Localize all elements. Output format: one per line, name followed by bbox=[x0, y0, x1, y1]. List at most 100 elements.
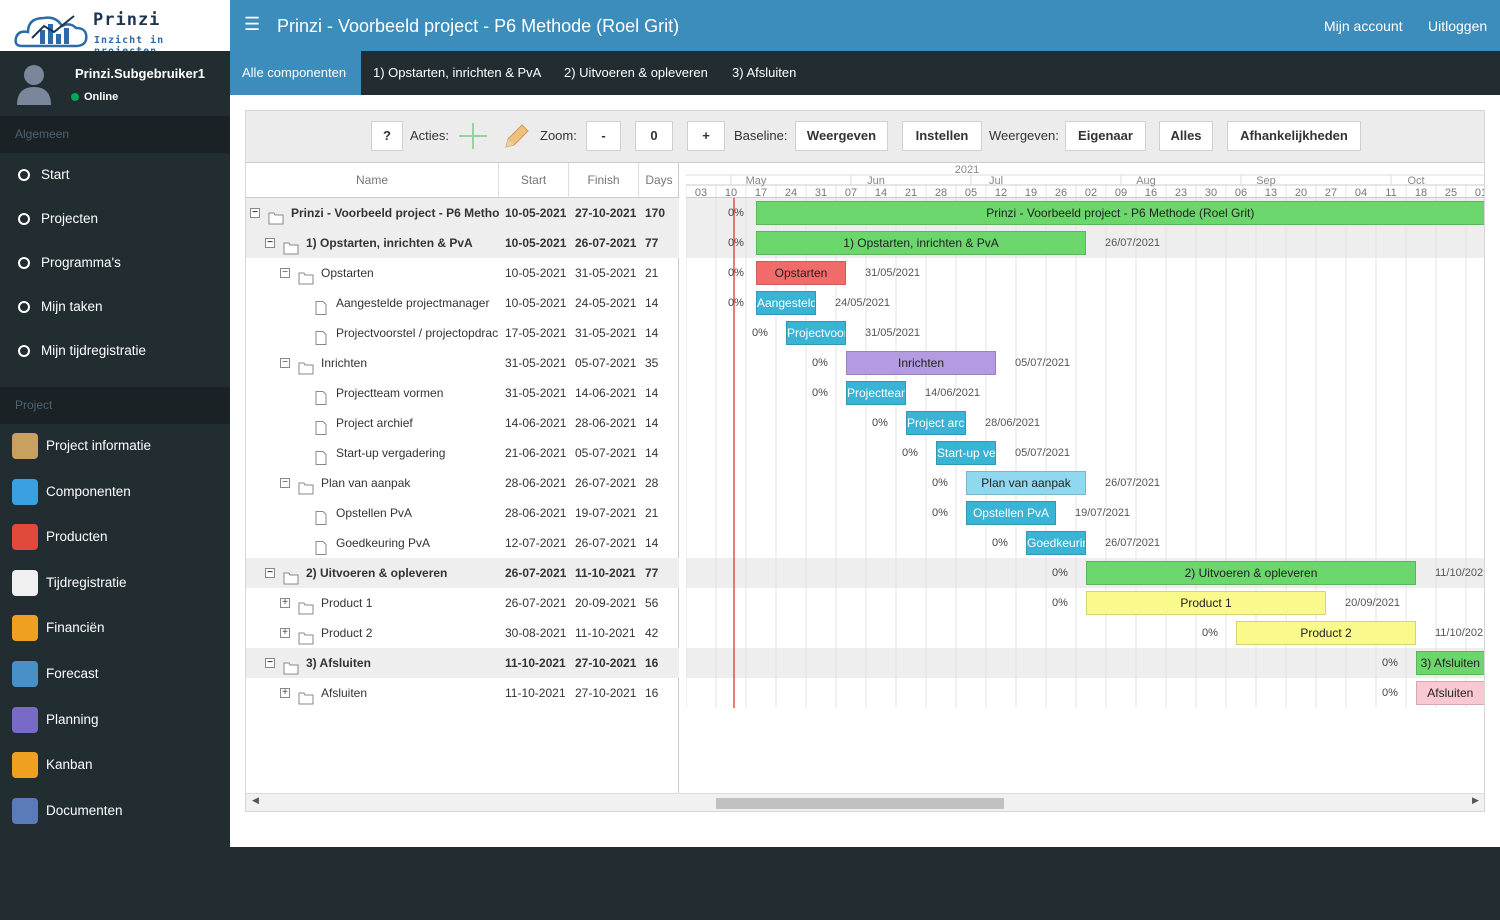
sidebar-project-item-4[interactable]: Financiën bbox=[0, 606, 230, 650]
table-row[interactable]: − 3) Afsluiten 11-10-2021 27-10-2021 16 bbox=[246, 648, 679, 678]
gantt-bar[interactable]: Projectteam vormen bbox=[846, 381, 906, 405]
task-finish: 14-06-2021 bbox=[575, 386, 637, 400]
col-header-name[interactable]: Name bbox=[246, 163, 499, 198]
sidebar-item-4[interactable]: Mijn tijdregistratie bbox=[0, 329, 230, 373]
task-start: 26-07-2021 bbox=[505, 566, 567, 580]
status-text: Online bbox=[84, 91, 119, 103]
scroll-left-icon[interactable]: ◀ bbox=[252, 795, 259, 806]
sidebar-item-3[interactable]: Mijn taken bbox=[0, 285, 230, 329]
sidebar-project-item-7[interactable]: Kanban bbox=[0, 743, 230, 787]
logout-link[interactable]: Uitloggen bbox=[1428, 18, 1487, 34]
gantt-bar[interactable]: Product 1 bbox=[1086, 591, 1326, 615]
scroll-right-icon[interactable]: ▶ bbox=[1472, 795, 1479, 806]
progress-percent: 0% bbox=[728, 297, 744, 309]
collapse-icon[interactable]: − bbox=[280, 268, 290, 278]
collapse-icon[interactable]: − bbox=[280, 358, 290, 368]
view-all-button[interactable]: Alles bbox=[1159, 121, 1213, 151]
collapse-icon[interactable]: − bbox=[265, 238, 275, 248]
gantt-bar[interactable]: Inrichten bbox=[846, 351, 996, 375]
actions-label: Acties: bbox=[410, 128, 450, 143]
gantt-bar[interactable]: Afsluiten bbox=[1416, 681, 1484, 705]
progress-percent: 0% bbox=[932, 507, 948, 519]
table-row[interactable]: Projectvoorstel / projectopdracht 17-05-2… bbox=[246, 318, 679, 348]
table-row[interactable]: + Afsluiten 11-10-2021 27-10-2021 16 bbox=[246, 678, 679, 708]
table-row[interactable]: − 2) Uitvoeren & opleveren 26-07-2021 11-10… bbox=[246, 558, 679, 588]
table-row[interactable]: − Plan van aanpak 28-06-2021 26-07-2021 28 bbox=[246, 468, 679, 498]
gantt-bar[interactable]: Projectvoorstel bbox=[786, 321, 846, 345]
sidebar-project-item-8[interactable]: Documenten bbox=[0, 789, 230, 833]
gantt-bar[interactable]: Goedkeuring PvA bbox=[1026, 531, 1086, 555]
table-row[interactable]: + Product 1 26-07-2021 20-09-2021 56 bbox=[246, 588, 679, 618]
sidebar-item-2[interactable]: Programma's bbox=[0, 241, 230, 285]
gantt-bar[interactable]: Opstellen PvA bbox=[966, 501, 1056, 525]
tab-alle-componenten[interactable]: Alle componenten bbox=[230, 51, 361, 95]
brand-name: Prinzi bbox=[93, 10, 161, 30]
sidebar-project-item-2[interactable]: Producten bbox=[0, 515, 230, 559]
collapse-icon[interactable]: − bbox=[250, 208, 260, 218]
task-finish: 27-10-2021 bbox=[575, 656, 637, 670]
sidebar-project-item-6[interactable]: Planning bbox=[0, 698, 230, 742]
user-panel: Prinzi.Subgebruiker1 Online bbox=[0, 51, 230, 116]
task-finish: 20-09-2021 bbox=[575, 596, 637, 610]
gantt-bar[interactable]: Aangestelde projectmanager bbox=[756, 291, 816, 315]
tab-uitvoeren[interactable]: 2) Uitvoeren & opleveren bbox=[552, 51, 720, 95]
sidebar-project-item-1[interactable]: Componenten bbox=[0, 470, 230, 514]
gantt-bar[interactable]: Project archief bbox=[906, 411, 966, 435]
menu-toggle-icon[interactable]: ☰ bbox=[244, 14, 260, 35]
gantt-bar[interactable]: 3) Afsluiten bbox=[1416, 651, 1484, 675]
baseline-set-button[interactable]: Instellen bbox=[902, 121, 982, 151]
table-row[interactable]: − Prinzi - Voorbeeld project - P6 Methode… bbox=[246, 198, 679, 228]
sidebar-project-item-5[interactable]: Forecast bbox=[0, 652, 230, 696]
table-row[interactable]: Start-up vergadering 21-06-2021 05-07-2021… bbox=[246, 438, 679, 468]
sidebar-item-1[interactable]: Projecten bbox=[0, 197, 230, 241]
task-finish: 24-05-2021 bbox=[575, 296, 637, 310]
col-header-days[interactable]: Days bbox=[639, 163, 679, 198]
task-start: 21-06-2021 bbox=[505, 446, 567, 460]
tab-afsluiten[interactable]: 3) Afsluiten bbox=[720, 51, 808, 95]
expand-icon[interactable]: + bbox=[280, 688, 290, 698]
view-owner-button[interactable]: Eigenaar bbox=[1065, 121, 1146, 151]
gantt-bar[interactable]: Plan van aanpak bbox=[966, 471, 1086, 495]
gantt-bar[interactable]: Prinzi - Voorbeeld project - P6 Methode … bbox=[756, 201, 1484, 225]
table-row[interactable]: − Inrichten 31-05-2021 05-07-2021 35 bbox=[246, 348, 679, 378]
table-row[interactable]: Projectteam vormen 31-05-2021 14-06-2021 14 bbox=[246, 378, 679, 408]
table-row[interactable]: − 1) Opstarten, inrichten & PvA 10-05-2021… bbox=[246, 228, 679, 258]
expand-icon[interactable]: + bbox=[280, 598, 290, 608]
gantt-bar[interactable]: Start-up vergadering bbox=[936, 441, 996, 465]
col-header-finish[interactable]: Finish bbox=[569, 163, 639, 198]
gantt-bar[interactable]: 2) Uitvoeren & opleveren bbox=[1086, 561, 1416, 585]
sidebar-item-0[interactable]: Start bbox=[0, 153, 230, 197]
table-row[interactable]: Goedkeuring PvA 12-07-2021 26-07-2021 14 bbox=[246, 528, 679, 558]
dependencies-button[interactable]: Afhankelijkheden bbox=[1227, 121, 1361, 151]
sidebar-project-item-3[interactable]: Tijdregistratie bbox=[0, 561, 230, 605]
table-row[interactable]: Aangestelde projectmanager 10-05-2021 24-0… bbox=[246, 288, 679, 318]
expand-icon[interactable]: + bbox=[280, 628, 290, 638]
account-link[interactable]: Mijn account bbox=[1324, 18, 1403, 34]
progress-percent: 0% bbox=[1052, 567, 1068, 579]
sidebar-project-item-0[interactable]: Project informatie bbox=[0, 424, 230, 468]
table-row[interactable]: − Opstarten 10-05-2021 31-05-2021 21 bbox=[246, 258, 679, 288]
month-label: Aug bbox=[1136, 175, 1156, 187]
gantt-bar[interactable]: Opstarten bbox=[756, 261, 846, 285]
edit-pencil-icon[interactable] bbox=[500, 121, 532, 151]
add-icon[interactable] bbox=[457, 121, 489, 151]
table-row[interactable]: Project archief 14-06-2021 28-06-2021 14 bbox=[246, 408, 679, 438]
collapse-icon[interactable]: − bbox=[265, 658, 275, 668]
horizontal-scrollbar[interactable]: ◀ ▶ bbox=[246, 793, 1484, 811]
zoom-out-button[interactable]: - bbox=[586, 121, 621, 151]
gantt-bar[interactable]: Product 2 bbox=[1236, 621, 1416, 645]
logo[interactable]: Prinzi Inzicht in projecten bbox=[0, 0, 230, 57]
gantt-bar[interactable]: 1) Opstarten, inrichten & PvA bbox=[756, 231, 1086, 255]
table-row[interactable]: + Product 2 30-08-2021 11-10-2021 42 bbox=[246, 618, 679, 648]
help-button[interactable]: ? bbox=[371, 121, 403, 151]
col-header-start[interactable]: Start bbox=[499, 163, 569, 198]
collapse-icon[interactable]: − bbox=[280, 478, 290, 488]
sidebar-item-label: Projecten bbox=[41, 211, 99, 226]
baseline-show-button[interactable]: Weergeven bbox=[795, 121, 888, 151]
tab-opstarten[interactable]: 1) Opstarten, inrichten & PvA bbox=[361, 51, 553, 95]
collapse-icon[interactable]: − bbox=[265, 568, 275, 578]
sidebar-item-label: Financiën bbox=[46, 620, 105, 635]
table-row[interactable]: Opstellen PvA 28-06-2021 19-07-2021 21 bbox=[246, 498, 679, 528]
scrollbar-thumb[interactable] bbox=[716, 798, 1004, 809]
zoom-in-button[interactable]: + bbox=[687, 121, 725, 151]
